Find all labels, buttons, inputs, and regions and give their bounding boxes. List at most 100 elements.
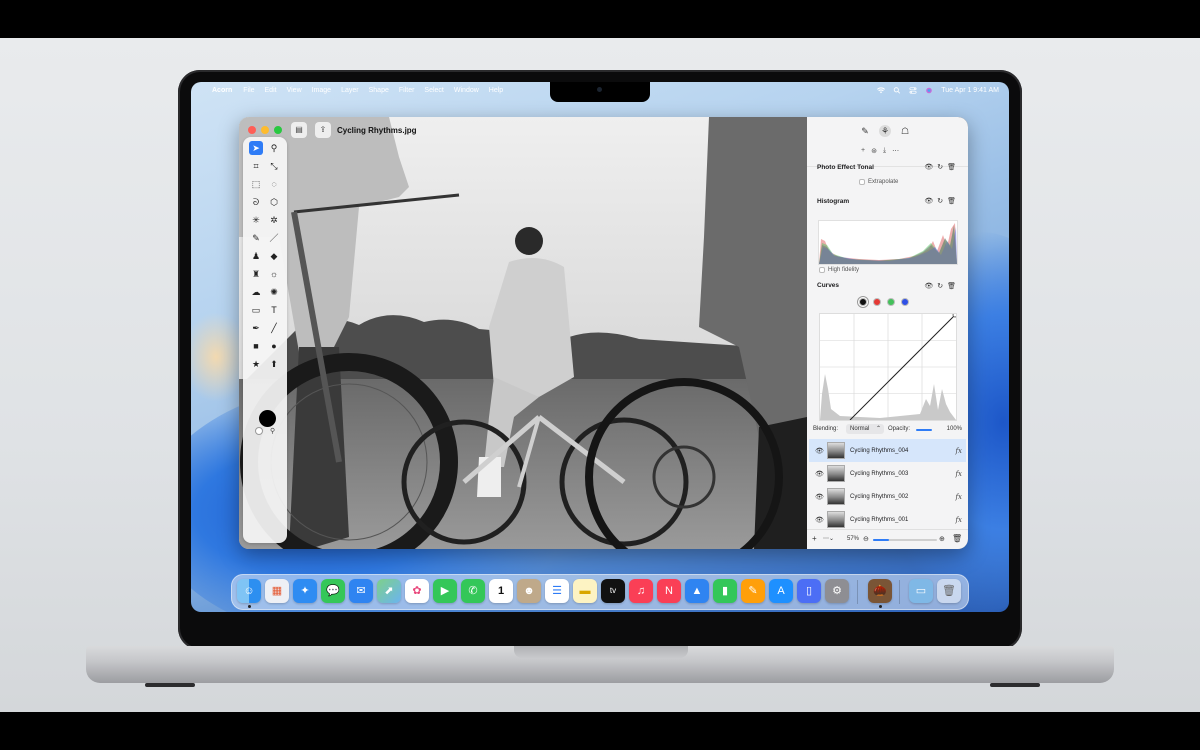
sharpen-tool-icon[interactable]: ✺ bbox=[267, 285, 281, 299]
search-icon[interactable] bbox=[893, 87, 901, 94]
background-color-swatch[interactable] bbox=[255, 427, 263, 435]
foreground-color-swatch[interactable] bbox=[259, 410, 276, 427]
menu-layer[interactable]: Layer bbox=[341, 87, 359, 94]
clone-tool-icon[interactable]: ♟ bbox=[249, 249, 263, 263]
filters-tab-icon[interactable]: ⚘ bbox=[879, 125, 891, 137]
visibility-eye-icon[interactable]: 👁 bbox=[924, 197, 933, 205]
curves-channel-red[interactable] bbox=[873, 298, 881, 306]
zoom-out-icon[interactable]: ⊖ bbox=[863, 535, 869, 543]
keynote-icon[interactable]: ▲ bbox=[685, 579, 709, 603]
smudge-tool-icon[interactable]: ☁ bbox=[249, 285, 263, 299]
crop-tool-icon[interactable]: ⌗ bbox=[249, 159, 263, 173]
layer-row[interactable]: 👁 Cycling Rhythms_001 fx bbox=[809, 508, 966, 531]
rectangle-shape-tool-icon[interactable]: ■ bbox=[249, 339, 263, 353]
magic-eraser-tool-icon[interactable]: ✲ bbox=[267, 213, 281, 227]
zoom-window-icon[interactable] bbox=[274, 126, 282, 134]
minimize-window-icon[interactable] bbox=[261, 126, 269, 134]
add-layer-icon[interactable]: + bbox=[812, 534, 817, 543]
apply-filter-icon[interactable]: ⤓ bbox=[883, 147, 886, 155]
notes-icon[interactable]: ▬ bbox=[573, 579, 597, 603]
acorn-icon[interactable]: 🌰 bbox=[868, 579, 892, 603]
trash-icon[interactable]: 🗑 bbox=[937, 579, 961, 603]
facetime-icon[interactable]: ▶ bbox=[433, 579, 457, 603]
launchpad-icon[interactable]: ▦ bbox=[265, 579, 289, 603]
layer-options-icon[interactable]: ⋯⌄ bbox=[823, 535, 834, 542]
polygon-lasso-tool-icon[interactable]: ⬡ bbox=[267, 195, 281, 209]
music-icon[interactable]: ♫ bbox=[629, 579, 653, 603]
menu-help[interactable]: Help bbox=[489, 87, 503, 94]
messages-icon[interactable]: 💬 bbox=[321, 579, 345, 603]
downloads-folder-icon[interactable]: ▭ bbox=[909, 579, 933, 603]
mail-icon[interactable]: ✉ bbox=[349, 579, 373, 603]
system-settings-icon[interactable]: ⚙ bbox=[825, 579, 849, 603]
filter-menu-icon[interactable]: ⋯ bbox=[892, 147, 899, 155]
menu-filter[interactable]: Filter bbox=[399, 87, 415, 94]
wifi-icon[interactable] bbox=[877, 87, 886, 94]
oval-shape-tool-icon[interactable]: ● bbox=[267, 339, 281, 353]
magic-wand-tool-icon[interactable]: ✳ bbox=[249, 213, 263, 227]
delete-filter-icon[interactable]: 🗑 bbox=[947, 282, 956, 290]
oval-select-tool-icon[interactable]: ◌ bbox=[267, 177, 281, 191]
add-filter-icon[interactable]: + bbox=[861, 147, 865, 155]
menu-edit[interactable]: Edit bbox=[265, 87, 277, 94]
layer-fx-icon[interactable]: fx bbox=[955, 447, 962, 455]
menu-window[interactable]: Window bbox=[454, 87, 479, 94]
brush-tool-icon[interactable]: ✎ bbox=[249, 231, 263, 245]
blending-mode-select[interactable]: Normal ⌃ bbox=[846, 424, 884, 434]
arrow-shape-tool-icon[interactable]: ⬆ bbox=[267, 357, 281, 371]
move-tool-icon[interactable]: ➤ bbox=[249, 141, 263, 155]
maps-icon[interactable]: ⬈ bbox=[377, 579, 401, 603]
pencil-tool-icon[interactable]: ／ bbox=[267, 231, 281, 245]
reset-icon[interactable]: ↻ bbox=[937, 197, 943, 205]
stamp-tool-icon[interactable]: ♜ bbox=[249, 267, 263, 281]
gradient-tool-icon[interactable]: ▭ bbox=[249, 303, 263, 317]
safari-icon[interactable]: ✦ bbox=[293, 579, 317, 603]
layer-fx-icon[interactable]: fx bbox=[955, 516, 962, 524]
layer-fx-icon[interactable]: fx bbox=[955, 493, 962, 501]
layer-row[interactable]: 👁 Cycling Rhythms_003 fx bbox=[809, 462, 966, 485]
menu-view[interactable]: View bbox=[287, 87, 302, 94]
layer-fx-icon[interactable]: fx bbox=[955, 470, 962, 478]
layer-row[interactable]: 👁 Cycling Rhythms_004 fx bbox=[809, 439, 966, 462]
high-fidelity-checkbox[interactable] bbox=[819, 267, 825, 273]
delete-layer-icon[interactable]: 🗑 bbox=[952, 534, 962, 543]
eraser-tool-icon[interactable]: ◆ bbox=[267, 249, 281, 263]
curves-graph[interactable] bbox=[819, 312, 958, 421]
layer-visibility-icon[interactable]: 👁 bbox=[815, 493, 825, 501]
star-shape-tool-icon[interactable]: ★ bbox=[249, 357, 263, 371]
menu-app-name[interactable]: Acorn bbox=[212, 87, 232, 94]
line-tool-icon[interactable]: ╱ bbox=[267, 321, 281, 335]
high-fidelity-option[interactable]: High fidelity bbox=[819, 267, 859, 273]
brush-settings-tab-icon[interactable]: ✎ bbox=[859, 125, 871, 137]
extrapolate-option[interactable]: Extrapolate bbox=[859, 179, 898, 185]
curves-channel-blue[interactable] bbox=[901, 298, 909, 306]
filter-presets-icon[interactable]: ⊛ bbox=[871, 147, 877, 155]
opacity-slider[interactable] bbox=[916, 429, 932, 431]
text-tool-icon[interactable]: T bbox=[267, 303, 281, 317]
phone-icon[interactable]: ✆ bbox=[461, 579, 485, 603]
control-center-icon[interactable] bbox=[909, 87, 917, 94]
burn-tool-icon[interactable]: ☼ bbox=[267, 267, 281, 281]
siri-icon[interactable] bbox=[925, 87, 933, 94]
layer-visibility-icon[interactable]: 👁 bbox=[815, 516, 825, 524]
pen-tool-icon[interactable]: ✒ bbox=[249, 321, 263, 335]
iphone-mirroring-icon[interactable]: ▯ bbox=[797, 579, 821, 603]
numbers-icon[interactable]: ▮ bbox=[713, 579, 737, 603]
visibility-eye-icon[interactable]: 👁 bbox=[924, 163, 933, 171]
sidebar-toggle-icon[interactable]: ▤ bbox=[291, 122, 307, 138]
menu-file[interactable]: File bbox=[243, 87, 254, 94]
finder-icon[interactable]: ☺ bbox=[237, 579, 261, 603]
reset-icon[interactable]: ↻ bbox=[937, 282, 943, 290]
zoom-in-icon[interactable]: ⊕ bbox=[939, 535, 945, 543]
tv-icon[interactable]: tv bbox=[601, 579, 625, 603]
news-icon[interactable]: N bbox=[657, 579, 681, 603]
delete-filter-icon[interactable]: 🗑 bbox=[947, 163, 956, 171]
layer-styles-tab-icon[interactable]: ☖ bbox=[899, 125, 911, 137]
canvas-photo[interactable] bbox=[239, 117, 807, 549]
contacts-icon[interactable]: ☻ bbox=[517, 579, 541, 603]
menu-shape[interactable]: Shape bbox=[369, 87, 389, 94]
close-window-icon[interactable] bbox=[248, 126, 256, 134]
lasso-tool-icon[interactable]: ᘐ bbox=[249, 195, 263, 209]
transform-tool-icon[interactable]: ⤡ bbox=[267, 159, 281, 173]
visibility-eye-icon[interactable]: 👁 bbox=[924, 282, 933, 290]
